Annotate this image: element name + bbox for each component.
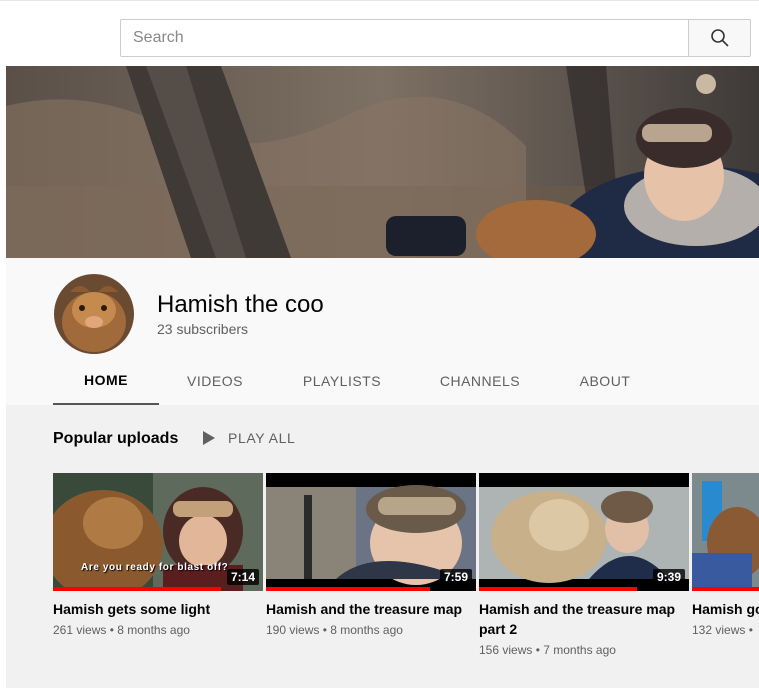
- channel-banner: [6, 66, 759, 258]
- video-card[interactable]: Are you ready for blast off? 7:14 Hamish…: [53, 473, 263, 637]
- video-thumbnail[interactable]: [692, 473, 759, 591]
- video-duration: 7:14: [226, 569, 259, 585]
- video-duration: 9:39: [652, 569, 685, 585]
- video-thumbnail[interactable]: 9:39: [479, 473, 689, 591]
- search-button[interactable]: [688, 19, 751, 57]
- video-thumbnail[interactable]: Are you ready for blast off? 7:14: [53, 473, 263, 591]
- video-meta: 190 views • 8 months ago: [266, 623, 403, 637]
- avatar[interactable]: [54, 274, 134, 354]
- tab-channels[interactable]: CHANNELS: [431, 357, 529, 405]
- video-meta: 156 views • 7 months ago: [479, 643, 616, 657]
- video-title[interactable]: Hamish go: [692, 599, 759, 619]
- watch-progress-bar: [266, 587, 430, 591]
- video-card[interactable]: 9:39 Hamish and the treasure map part 2 …: [479, 473, 689, 657]
- tab-about[interactable]: ABOUT: [571, 357, 639, 405]
- tab-home[interactable]: HOME: [53, 357, 159, 405]
- tab-videos[interactable]: VIDEOS: [178, 357, 252, 405]
- channel-tabs: HOME VIDEOS PLAYLISTS CHANNELS ABOUT: [6, 357, 759, 405]
- video-duration: 7:59: [439, 569, 472, 585]
- subscriber-count: 23 subscribers: [157, 321, 249, 337]
- home-content: Popular uploads PLAY ALL Are you ready f…: [6, 405, 759, 688]
- watch-progress-bar: [53, 587, 221, 591]
- video-title[interactable]: Hamish gets some light: [53, 599, 253, 619]
- search-icon: [710, 29, 729, 47]
- tab-playlists[interactable]: PLAYLISTS: [294, 357, 390, 405]
- video-title[interactable]: Hamish and the treasure map: [266, 599, 466, 619]
- channel-name: Hamish the coo: [157, 291, 324, 318]
- watch-progress-bar: [479, 587, 637, 591]
- top-bar: [0, 0, 759, 67]
- video-card[interactable]: Hamish go 132 views •: [692, 473, 759, 637]
- thumbnail-overlay-text: Are you ready for blast off?: [81, 562, 229, 573]
- video-meta: 261 views • 8 months ago: [53, 623, 190, 637]
- channel-header: Hamish the coo 23 subscribers HOME VIDEO…: [6, 258, 759, 405]
- watch-progress-bar: [692, 587, 759, 591]
- search-input[interactable]: [121, 20, 688, 56]
- shelf-title[interactable]: Popular uploads: [53, 430, 178, 448]
- search-box[interactable]: [120, 19, 688, 57]
- play-icon: [203, 431, 215, 445]
- video-title[interactable]: Hamish and the treasure map part 2: [479, 599, 679, 639]
- video-card[interactable]: 7:59 Hamish and the treasure map 190 vie…: [266, 473, 476, 637]
- play-all-label: PLAY ALL: [228, 430, 296, 446]
- video-meta: 132 views •: [692, 623, 753, 637]
- play-all-button[interactable]: PLAY ALL: [202, 430, 295, 446]
- video-thumbnail[interactable]: 7:59: [266, 473, 476, 591]
